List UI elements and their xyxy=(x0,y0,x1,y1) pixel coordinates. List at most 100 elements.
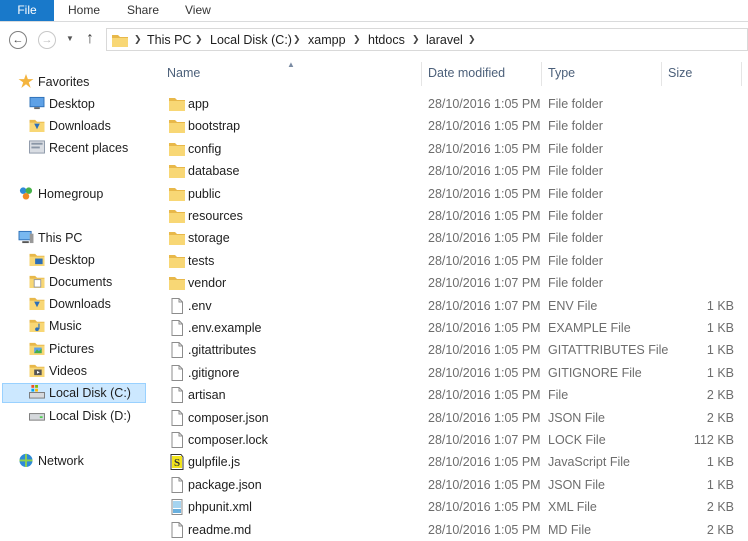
column-header-date-modified[interactable]: Date modified xyxy=(428,58,505,88)
nav-item-local-disk-c[interactable]: Local Disk (C:) xyxy=(2,383,146,403)
file-row[interactable]: package.json 28/10/2016 1:05 PM JSON File 1… xyxy=(152,474,748,496)
file-row[interactable]: .gitignore 28/10/2016 1:05 PM GITIGNORE Fi… xyxy=(152,362,748,384)
up-button[interactable]: ↑ xyxy=(86,30,94,48)
file-name: .gitattributes xyxy=(188,343,257,358)
file-type: File folder xyxy=(548,186,603,201)
file-row[interactable]: composer.lock 28/10/2016 1:07 PM LOCK File… xyxy=(152,429,748,451)
file-row[interactable]: composer.json 28/10/2016 1:05 PM JSON File… xyxy=(152,407,748,429)
nav-item-network[interactable]: Network xyxy=(18,451,84,471)
file-icon xyxy=(171,387,183,404)
folder-icon xyxy=(169,120,185,134)
file-type: JSON File xyxy=(548,410,605,425)
recent-locations-button[interactable]: ▼ xyxy=(66,34,74,43)
folder-icon xyxy=(169,210,185,223)
file-size: 1 KB xyxy=(706,477,734,492)
file-row[interactable]: artisan 28/10/2016 1:05 PM File 2 KB xyxy=(152,384,748,406)
nav-item-label: Downloads xyxy=(49,119,111,133)
nav-item-label: Local Disk (C:) xyxy=(49,386,131,400)
chevron-right-icon: ❯ xyxy=(468,34,476,44)
file-row[interactable]: vendor 28/10/2016 1:07 PM File folder xyxy=(152,272,748,294)
file-date-modified: 28/10/2016 1:05 PM xyxy=(428,321,541,335)
column-header-name[interactable]: Name xyxy=(167,58,200,88)
file-row[interactable]: config 28/10/2016 1:05 PM File folder xyxy=(152,138,748,160)
file-row[interactable]: .env.example 28/10/2016 1:05 PM EXAMPLE Fi… xyxy=(152,317,748,339)
column-divider[interactable] xyxy=(421,62,422,86)
file-name: readme.md xyxy=(188,522,252,537)
file-date-modified: 28/10/2016 1:05 PM xyxy=(428,477,541,492)
file-row[interactable]: .env 28/10/2016 1:07 PM ENV File 1 KB xyxy=(152,295,748,317)
file-icon xyxy=(171,342,183,359)
file-name: bootstrap xyxy=(188,119,241,134)
file-row[interactable]: storage 28/10/2016 1:05 PM File folder xyxy=(152,227,748,249)
file-size: 1 KB xyxy=(706,365,734,380)
column-header-size[interactable]: Size xyxy=(668,58,692,88)
nav-item-label: Music xyxy=(49,319,82,333)
forward-button[interactable]: → xyxy=(38,31,56,49)
file-row[interactable]: .gitattributes 28/10/2016 1:05 PM GITATTRI… xyxy=(152,339,748,361)
chevron-down-icon: ▼ xyxy=(66,34,74,43)
back-button[interactable]: ← xyxy=(9,31,27,49)
nav-item-downloads[interactable]: Downloads xyxy=(29,294,111,314)
file-size: 2 KB xyxy=(706,410,734,425)
breadcrumb-local-disk-c[interactable]: Local Disk (C:) xyxy=(210,33,292,47)
file-name: composer.lock xyxy=(188,433,268,447)
nav-item-documents[interactable]: Documents xyxy=(29,272,112,292)
homegroup-icon xyxy=(19,187,33,200)
nav-item-pictures[interactable]: Pictures xyxy=(29,339,94,359)
system-drive-icon xyxy=(29,385,45,399)
chevron-right-icon: ❯ xyxy=(195,34,203,44)
file-row[interactable]: app 28/10/2016 1:05 PM File folder xyxy=(152,93,748,115)
nav-item-this-pc[interactable]: This PC xyxy=(18,228,82,248)
chevron-right-icon: ❯ xyxy=(353,34,361,44)
file-row[interactable]: database 28/10/2016 1:05 PM File folder xyxy=(152,160,748,182)
nav-item-homegroup[interactable]: Homegroup xyxy=(18,184,103,204)
breadcrumb-this-pc[interactable]: This PC xyxy=(147,33,191,47)
nav-item-downloads[interactable]: Downloads xyxy=(29,116,111,136)
nav-item-desktop[interactable]: Desktop xyxy=(29,250,95,270)
file-icon xyxy=(171,364,183,381)
file-row[interactable]: public 28/10/2016 1:05 PM File folder xyxy=(152,183,748,205)
nav-item-videos[interactable]: Videos xyxy=(29,361,87,381)
file-type: File folder xyxy=(548,253,603,268)
file-row[interactable]: Sgulpfile.js 28/10/2016 1:05 PM JavaScript… xyxy=(152,451,748,473)
column-divider[interactable] xyxy=(661,62,662,86)
breadcrumb-xampp[interactable]: xampp xyxy=(308,33,346,47)
nav-item-label: Downloads xyxy=(49,297,111,311)
file-row[interactable]: bootstrap 28/10/2016 1:05 PM File folder xyxy=(152,115,748,137)
nav-item-desktop[interactable]: Desktop xyxy=(29,94,95,114)
file-row[interactable]: tests 28/10/2016 1:05 PM File folder xyxy=(152,250,748,272)
file-date-modified: 28/10/2016 1:05 PM xyxy=(428,253,541,268)
breadcrumb-laravel[interactable]: laravel xyxy=(426,33,463,47)
file-row[interactable]: phpunit.xml 28/10/2016 1:05 PM XML File 2 K… xyxy=(152,496,748,518)
file-row[interactable]: resources 28/10/2016 1:05 PM File folder xyxy=(152,205,748,227)
nav-item-local-disk-d[interactable]: Local Disk (D:) xyxy=(29,406,131,426)
file-icon xyxy=(171,521,183,538)
nav-item-favorites[interactable]: Favorites xyxy=(18,72,89,92)
file-type: GITATTRIBUTES File xyxy=(548,343,669,358)
file-row[interactable]: readme.md 28/10/2016 1:05 PM MD File 2 KB xyxy=(152,519,748,541)
tab-home[interactable]: Home xyxy=(68,0,100,21)
nav-item-music[interactable]: Music xyxy=(29,316,82,336)
column-header-type[interactable]: Type xyxy=(548,58,575,88)
file-date-modified: 28/10/2016 1:07 PM xyxy=(428,276,541,291)
tab-file[interactable]: File xyxy=(0,0,54,21)
file-icon xyxy=(171,409,183,426)
chevron-right-icon: ❯ xyxy=(293,34,301,44)
address-bar[interactable]: ❯ This PC ❯ Local Disk (C:) ❯ xampp ❯ ht… xyxy=(106,28,748,51)
xml-file-icon xyxy=(171,499,183,516)
ribbon: File Home Share View xyxy=(0,0,748,22)
tab-view[interactable]: View xyxy=(185,0,211,21)
drive-icon xyxy=(29,413,45,421)
nav-item-label: Favorites xyxy=(38,75,90,89)
tab-share[interactable]: Share xyxy=(127,0,159,21)
column-divider[interactable] xyxy=(541,62,542,86)
chevron-right-icon: ❯ xyxy=(134,34,142,44)
file-date-modified: 28/10/2016 1:05 PM xyxy=(428,209,541,223)
file-name: phpunit.xml xyxy=(188,500,252,515)
breadcrumb-htdocs[interactable]: htdocs xyxy=(368,33,405,47)
star-icon xyxy=(18,74,34,88)
nav-item-label: Local Disk (D:) xyxy=(49,409,131,423)
file-size: 112 KB xyxy=(693,433,734,447)
column-divider[interactable] xyxy=(741,62,742,86)
nav-item-recent-places[interactable]: Recent places xyxy=(29,138,128,158)
